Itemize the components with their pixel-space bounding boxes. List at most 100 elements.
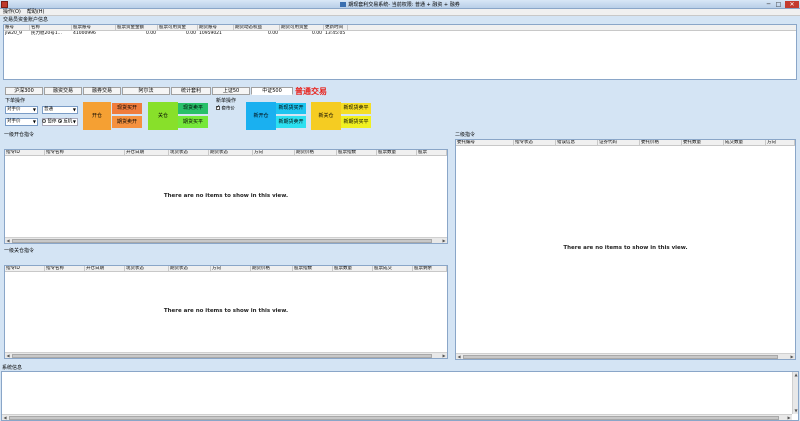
scroll-thumb[interactable]: [463, 355, 778, 359]
col-stock-available[interactable]: 股票可用资金: [158, 25, 198, 30]
col-entrust-qty[interactable]: 委托数量: [682, 140, 724, 145]
scroll-right-icon[interactable]: ▶: [441, 238, 447, 244]
price-type-select-2[interactable]: 对手价 ▼: [5, 118, 38, 126]
col-order-id[interactable]: 指令ID: [5, 150, 45, 155]
level1-open-grid: 指令ID 指令名称 开仓日期 现货状态 期货状态 方向 期货价格 股票指数 股票…: [4, 149, 448, 244]
col-futures-equity[interactable]: 期货动态权益: [234, 25, 280, 30]
col-order-status[interactable]: 指令状态: [514, 140, 556, 145]
col-direction[interactable]: 方向: [211, 266, 251, 271]
scroll-right-icon[interactable]: ▶: [786, 415, 792, 421]
col-futures-available[interactable]: 期货可用资金: [280, 25, 324, 30]
scroll-down-icon[interactable]: ▼: [793, 408, 799, 414]
col-entrust-price[interactable]: 委托价格: [640, 140, 682, 145]
col-direction[interactable]: 方向: [766, 140, 795, 145]
new-close-button[interactable]: 新关仓: [311, 102, 341, 130]
col-stock-index[interactable]: 股票指数: [293, 266, 333, 271]
col-error-info[interactable]: 错误信息: [556, 140, 598, 145]
scroll-left-icon[interactable]: ◀: [5, 238, 11, 244]
col-order-name[interactable]: 指令名称: [45, 266, 85, 271]
col-name[interactable]: 名称: [30, 25, 72, 30]
close-button[interactable]: ✕: [785, 1, 799, 8]
maximize-button[interactable]: □: [774, 1, 783, 8]
col-entrust-no[interactable]: 委托编号: [456, 140, 514, 145]
col-stock-qty[interactable]: 股票数量: [377, 150, 417, 155]
strategy-tabs: 沪深300 融资交易 融券交易 阿尔法 统计套利 上证50 中证500 普通交易: [0, 85, 800, 97]
horizontal-scrollbar[interactable]: ◀ ▶: [5, 352, 447, 358]
scroll-right-icon[interactable]: ▶: [789, 354, 795, 360]
scroll-up-icon[interactable]: ▲: [793, 372, 799, 378]
col-stock-index[interactable]: 股票指数: [337, 150, 377, 155]
tab-sz50[interactable]: 上证50: [212, 87, 250, 95]
tab-margin[interactable]: 融资交易: [44, 87, 82, 95]
scroll-right-icon[interactable]: ▶: [441, 353, 447, 359]
tab-alpha[interactable]: 阿尔法: [122, 87, 170, 95]
spot-sell-close-button[interactable]: 现货卖平: [178, 103, 208, 114]
scroll-left-icon[interactable]: ◀: [456, 354, 462, 360]
minimize-button[interactable]: ─: [764, 1, 773, 8]
col-stock-funds[interactable]: 股票资金金额: [116, 25, 158, 30]
table-row[interactable]: jlw20_9 民力稳20号1... 41000996 0.00 0.00 10…: [4, 31, 796, 37]
open-position-button[interactable]: 开仓: [83, 102, 111, 130]
col-stock[interactable]: 股票: [417, 150, 447, 155]
market-price-checkbox[interactable]: [216, 104, 220, 110]
col-open-date[interactable]: 开仓日期: [125, 150, 169, 155]
col-security-code[interactable]: 证券代码: [598, 140, 640, 145]
radio-reverse[interactable]: [57, 119, 62, 123]
horizontal-scrollbar[interactable]: ◀ ▶: [2, 414, 792, 420]
new-open-button[interactable]: 新开仓: [246, 102, 276, 130]
new-futures-buy-button[interactable]: 新期货买平: [341, 116, 371, 128]
new-spot-sell-button[interactable]: 新现货卖平: [341, 103, 371, 114]
tab-hs300[interactable]: 沪深300: [5, 87, 43, 95]
scroll-thumb[interactable]: [12, 239, 432, 243]
chevron-down-icon: ▼: [72, 107, 76, 112]
col-stock-remaining[interactable]: 股票剩余: [413, 266, 447, 271]
menu-operate[interactable]: 操作(O): [0, 9, 24, 16]
col-account[interactable]: 账号: [4, 25, 30, 30]
col-open-date[interactable]: 开仓日期: [85, 266, 125, 271]
futures-sell-open-button[interactable]: 期货卖开: [112, 116, 142, 128]
col-futures-price[interactable]: 期货价格: [251, 266, 293, 271]
spot-buy-open-button[interactable]: 现货买开: [112, 103, 142, 114]
accounts-section-label: 交易员资金账户信息: [3, 17, 49, 23]
cell-stock-funds: 0.00: [145, 31, 156, 36]
col-spot-status[interactable]: 现货状态: [169, 150, 209, 155]
price-type-select[interactable]: 对手价 ▼: [5, 106, 38, 114]
menu-help[interactable]: 帮助(H): [24, 9, 48, 16]
col-update-time[interactable]: 更新时间: [324, 25, 348, 30]
tab-short[interactable]: 融券交易: [83, 87, 121, 95]
tab-zz500[interactable]: 中证500: [251, 87, 293, 95]
vertical-scrollbar[interactable]: ▲ ▼: [792, 372, 798, 414]
col-futures-account[interactable]: 期货账号: [198, 25, 234, 30]
col-stock-qty[interactable]: 股票数量: [333, 266, 373, 271]
futures-buy-close-button[interactable]: 期货买平: [178, 116, 208, 128]
col-futures-price[interactable]: 期货价格: [295, 150, 337, 155]
col-stock-filled[interactable]: 股票成交: [373, 266, 413, 271]
col-order-name[interactable]: 指令名称: [45, 150, 125, 155]
scroll-thumb[interactable]: [9, 416, 779, 420]
radio-stop[interactable]: [42, 119, 46, 123]
scroll-thumb[interactable]: [12, 354, 432, 358]
scroll-left-icon[interactable]: ◀: [5, 353, 11, 359]
accounts-grid: 账号 名称 股票账号 股票资金金额 股票可用资金 期货账号 期货动态权益 期货可…: [3, 24, 797, 80]
horizontal-scrollbar[interactable]: ◀ ▶: [456, 353, 795, 359]
price-type-value: 对手价: [7, 107, 21, 112]
horizontal-scrollbar[interactable]: ◀ ▶: [5, 237, 447, 243]
new-futures-sell-button[interactable]: 新期货卖开: [276, 116, 306, 128]
order-type-select[interactable]: 普通 ▼: [42, 106, 78, 114]
col-stock-account[interactable]: 股票账号: [72, 25, 116, 30]
new-spot-buy-button[interactable]: 新现货买开: [276, 103, 306, 114]
col-order-id[interactable]: 指令ID: [5, 266, 45, 271]
scroll-left-icon[interactable]: ◀: [2, 415, 8, 421]
system-info-panel: ▲ ▼ ◀ ▶: [1, 371, 799, 421]
window-icon: [340, 2, 347, 7]
price-type-value-2: 对手价: [7, 119, 21, 124]
col-futures-status[interactable]: 期货状态: [169, 266, 211, 271]
tab-stat-arb[interactable]: 统计套利: [171, 87, 211, 95]
col-spot-status[interactable]: 现货状态: [125, 266, 169, 271]
col-direction[interactable]: 方向: [253, 150, 295, 155]
level1-close-header: 指令ID 指令名称 开仓日期 现货状态 期货状态 方向 期货价格 股票指数 股票…: [5, 266, 447, 272]
col-futures-status[interactable]: 期货状态: [209, 150, 253, 155]
market-price-label: 套市价: [221, 106, 235, 112]
close-position-button[interactable]: 关仓: [148, 102, 178, 130]
col-filled-qty[interactable]: 成交数量: [724, 140, 766, 145]
